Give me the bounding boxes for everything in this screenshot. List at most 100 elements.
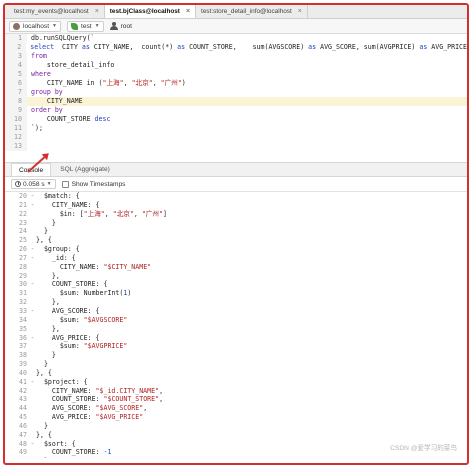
watermark: CSDN @爱学习的菜鸟	[390, 445, 457, 453]
tab-sql-aggregate[interactable]: SQL (Aggregate)	[53, 163, 117, 176]
console-line: 25}, {	[5, 236, 467, 245]
console-text: COUNT_STORE: -1	[36, 448, 112, 457]
console-line: 44 AVG_SCORE: "$AVG_SCORE",	[5, 404, 467, 413]
line-number: 12	[5, 133, 27, 142]
line-number: 48	[19, 439, 27, 448]
code-text: store_detail_info	[31, 61, 115, 69]
console-text: CITY_NAME: "$_id.CITY_NAME",	[36, 386, 164, 395]
code-text: group by	[31, 88, 63, 96]
fold-toggle-icon[interactable]: -	[29, 334, 36, 343]
line-number: 10	[5, 115, 27, 124]
connection-path-bar: localhost ▼ test ▼ root	[5, 19, 467, 34]
query-editor[interactable]: 1 db.runSQLQuery(` 2 select CITY as CITY_NA…	[5, 34, 467, 163]
fold-toggle-icon[interactable]: -	[29, 254, 36, 263]
show-timestamps-toggle[interactable]: Show Timestamps	[61, 180, 125, 188]
editor-line: 6 CITY_NAME in ("上海", "北京", "广州")	[5, 79, 467, 88]
console-text: COUNT_STORE: "$COUNT_STORE",	[36, 395, 164, 404]
execution-time-badge: 0.058 s ▼	[11, 179, 56, 189]
console-text: AVG_SCORE: {	[36, 306, 100, 315]
fold-toggle-icon[interactable]: -	[29, 378, 36, 387]
console-line: 28 CITY_NAME: "$CITY_NAME"	[5, 263, 467, 272]
console-output[interactable]: 20- $match: {21- CITY_NAME: {22 $in: ["上…	[5, 192, 467, 458]
line-number: 41	[19, 377, 27, 386]
console-text: $sort: {	[36, 439, 76, 448]
editor-line: 13	[5, 142, 467, 151]
connection-selector[interactable]: localhost ▼	[9, 20, 61, 32]
line-number: 33	[19, 306, 27, 315]
line-number: 47	[19, 430, 27, 439]
show-timestamps-checkbox[interactable]	[61, 180, 69, 188]
editor-line: 2 select CITY as CITY_NAME, count(*) as C…	[5, 43, 467, 52]
console-text: }	[36, 351, 56, 360]
editor-line: 4 store_detail_info	[5, 61, 467, 70]
fold-toggle-icon[interactable]: -	[29, 280, 36, 289]
database-selector[interactable]: test ▼	[66, 20, 104, 32]
console-line: 27- _id: {	[5, 254, 467, 263]
console-text: CITY_NAME: {	[36, 200, 100, 209]
fold-toggle-icon[interactable]: -	[29, 201, 36, 210]
close-icon[interactable]: ×	[186, 8, 190, 15]
close-icon[interactable]: ×	[298, 8, 302, 15]
console-line: 47}, {	[5, 431, 467, 440]
console-line: 29 },	[5, 272, 467, 281]
line-number: 1	[5, 34, 27, 43]
line-number: 29	[19, 271, 27, 280]
console-line: 34 $sum: "$AVGSCORE"	[5, 316, 467, 325]
console-line: 23 }	[5, 219, 467, 228]
console-line: 32 },	[5, 298, 467, 307]
console-line: 38 }	[5, 351, 467, 360]
user-indicator: root	[109, 22, 132, 30]
console-line: 26- $group: {	[5, 245, 467, 254]
close-icon[interactable]: ×	[95, 8, 99, 15]
console-text: }	[36, 360, 48, 369]
console-text: CITY_NAME: "$CITY_NAME"	[36, 262, 152, 271]
console-text: AVG_PRICE: "$AVG_PRICE"	[36, 413, 144, 422]
fold-toggle-icon[interactable]: -	[29, 192, 36, 201]
editor-tab[interactable]: test:my_events@localhost ×	[9, 5, 105, 18]
fold-toggle-icon[interactable]: -	[29, 245, 36, 254]
line-number: 39	[19, 360, 27, 369]
console-line: 33- AVG_SCORE: {	[5, 307, 467, 316]
editor-line: 12	[5, 133, 467, 142]
editor-tab[interactable]: test:store_detail_info@localhost ×	[196, 5, 308, 18]
console-line: 42 CITY_NAME: "$_id.CITY_NAME",	[5, 387, 467, 396]
editor-line: 7 group by	[5, 88, 467, 97]
app-window: test:my_events@localhost × test.bjClass@lo…	[3, 3, 469, 465]
line-number: 38	[19, 351, 27, 360]
editor-line: 3 from	[5, 52, 467, 61]
editor-tab[interactable]: test.bjClass@localhost ×	[104, 5, 197, 18]
console-text: AVG_PRICE: {	[36, 333, 100, 342]
console-text: COUNT_STORE: {	[36, 280, 108, 289]
line-number: 40	[19, 368, 27, 377]
console-line: 35 },	[5, 325, 467, 334]
line-number: 22	[19, 209, 27, 218]
fold-toggle-icon[interactable]: -	[29, 440, 36, 449]
chevron-down-icon: ▼	[94, 23, 100, 29]
code-text: CITY_NAME in ("上海", "北京", "广州")	[31, 79, 186, 87]
console-text: }	[36, 227, 48, 236]
line-number: 50	[5, 457, 29, 458]
code-text: db.runSQLQuery(`	[31, 34, 95, 42]
connection-name: localhost	[23, 22, 50, 30]
console-line: 20- $match: {	[5, 192, 467, 201]
fold-toggle-icon[interactable]: -	[29, 307, 36, 316]
console-line: 37 $sum: "$AVGPRICE"	[5, 342, 467, 351]
line-number: 7	[5, 88, 27, 97]
console-text: }, {	[36, 368, 52, 377]
console-text: },	[36, 298, 60, 307]
code-text: COUNT_STORE desc	[31, 115, 111, 123]
console-line: 39 }	[5, 360, 467, 369]
console-line: 36- AVG_PRICE: {	[5, 334, 467, 343]
editor-line: 11 `);	[5, 124, 467, 133]
console-line: 21- CITY_NAME: {	[5, 201, 467, 210]
